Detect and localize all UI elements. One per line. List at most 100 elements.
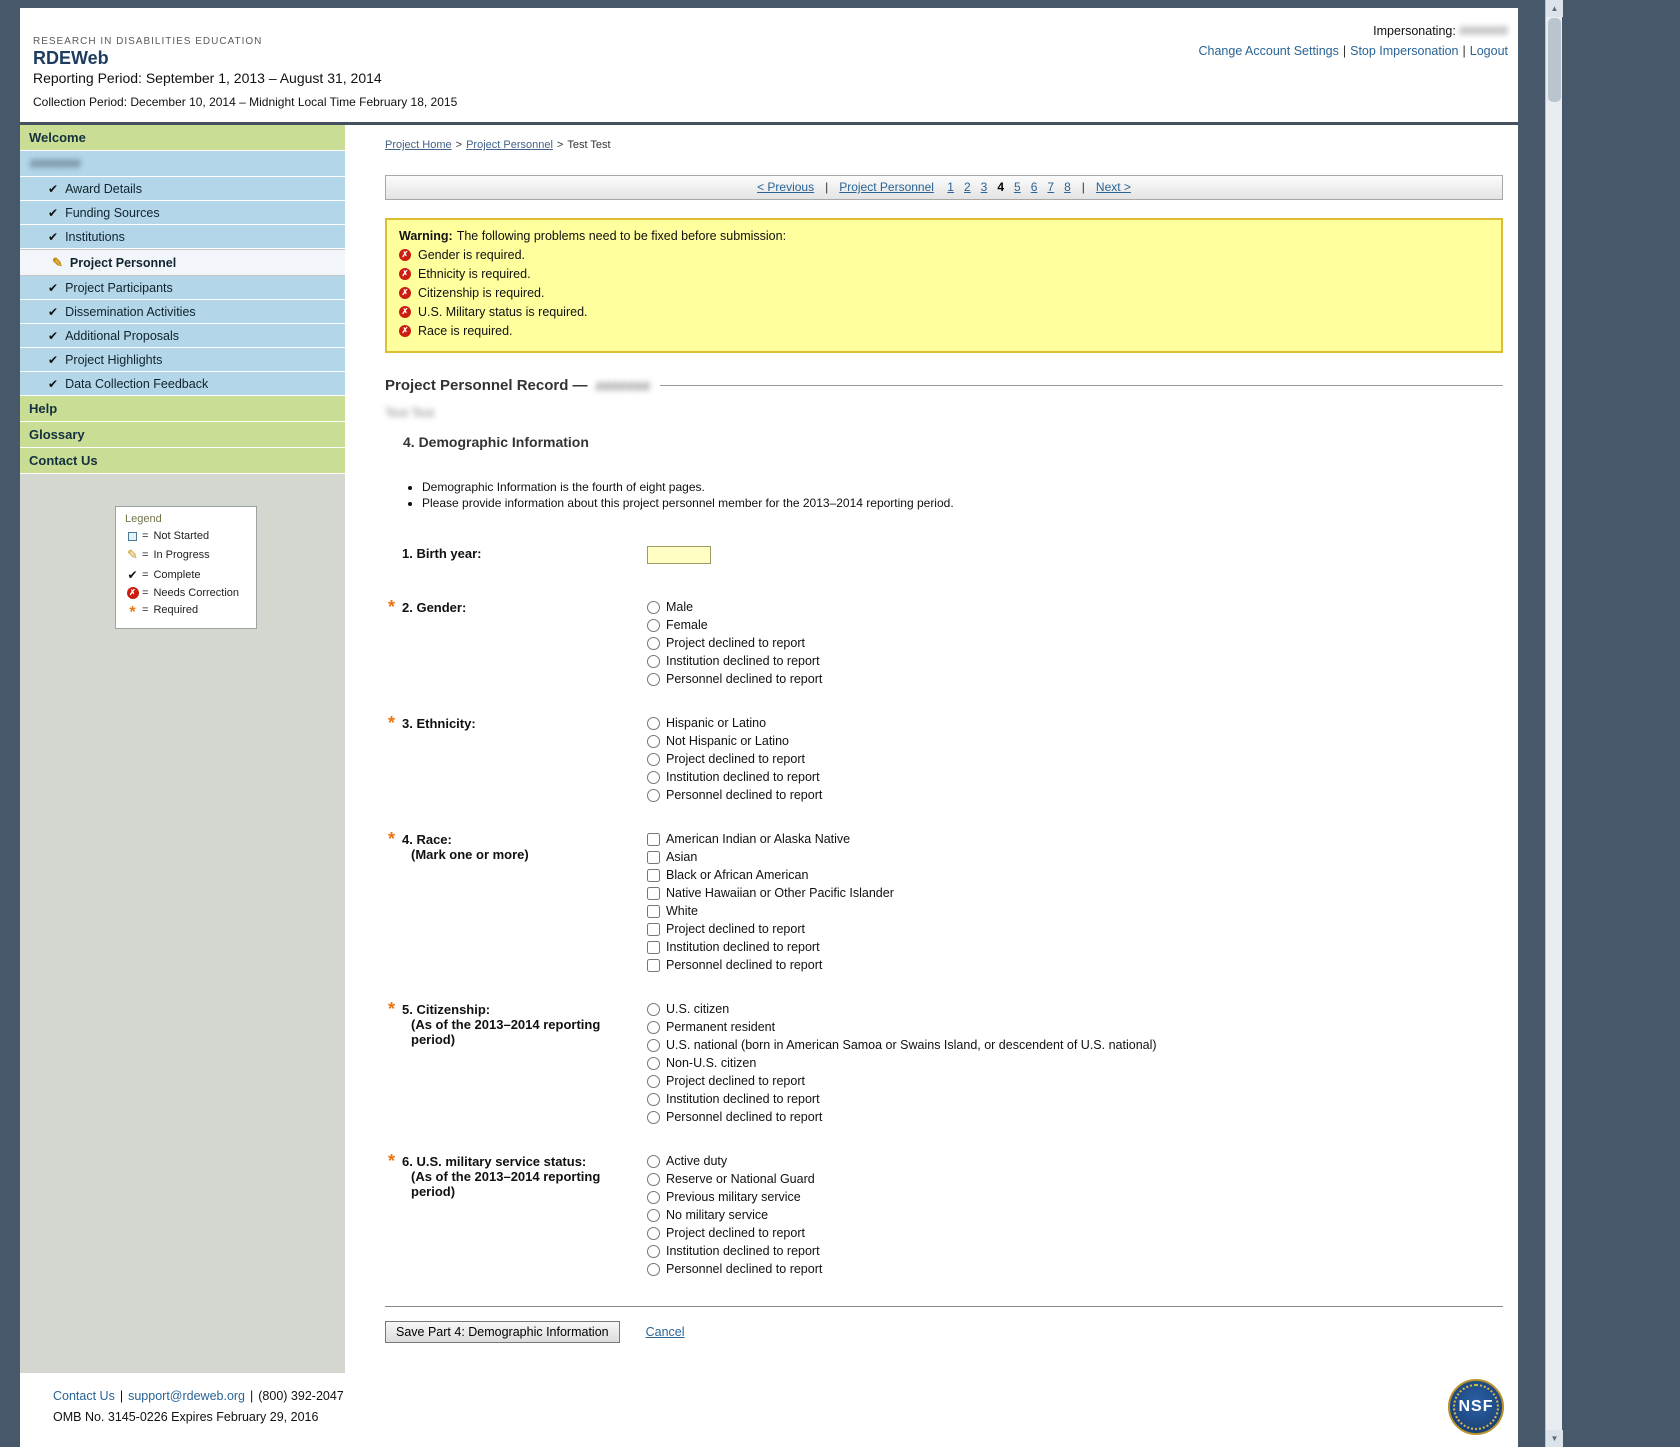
race-checkbox[interactable] [647, 887, 660, 900]
pager-page-2-link[interactable]: 2 [964, 180, 971, 194]
citizenship-radio[interactable] [647, 1093, 660, 1106]
military-radio[interactable] [647, 1209, 660, 1222]
military-option-personnel-declined[interactable]: Personnel declined to report [647, 1262, 822, 1276]
save-button[interactable]: Save Part 4: Demographic Information [385, 1321, 620, 1343]
pager-next-link[interactable]: Next > [1096, 180, 1131, 194]
citizenship-option-project-declined[interactable]: Project declined to report [647, 1074, 1157, 1088]
ethnicity-radio[interactable] [647, 735, 660, 748]
sidebar-item-funding-sources[interactable]: ✔Funding Sources [20, 201, 345, 225]
sidebar-item-additional-proposals[interactable]: ✔Additional Proposals [20, 324, 345, 348]
citizenship-radio[interactable] [647, 1021, 660, 1034]
birth-year-input[interactable] [647, 546, 711, 564]
scrollbar-thumb[interactable] [1548, 18, 1561, 102]
ethnicity-radio[interactable] [647, 771, 660, 784]
military-radio[interactable] [647, 1227, 660, 1240]
race-checkbox[interactable] [647, 869, 660, 882]
gender-option-personnel-declined[interactable]: Personnel declined to report [647, 672, 822, 686]
pager-page-7-link[interactable]: 7 [1047, 180, 1054, 194]
race-option-white[interactable]: White [647, 904, 894, 918]
race-checkbox[interactable] [647, 941, 660, 954]
gender-option-female[interactable]: Female [647, 618, 822, 632]
ethnicity-option-institution-declined[interactable]: Institution declined to report [647, 770, 822, 784]
citizenship-option-us-national[interactable]: U.S. national (born in American Samoa or… [647, 1038, 1157, 1052]
sidebar-item-dissemination-activities[interactable]: ✔Dissemination Activities [20, 300, 345, 324]
gender-option-institution-declined[interactable]: Institution declined to report [647, 654, 822, 668]
military-option-active-duty[interactable]: Active duty [647, 1154, 822, 1168]
ethnicity-option-hispanic[interactable]: Hispanic or Latino [647, 716, 822, 730]
footer-contact-us-link[interactable]: Contact Us [53, 1389, 115, 1403]
ethnicity-radio[interactable] [647, 789, 660, 802]
race-option-black[interactable]: Black or African American [647, 868, 894, 882]
race-checkbox[interactable] [647, 851, 660, 864]
sidebar-item-project-personnel[interactable]: ✎Project Personnel [20, 249, 345, 276]
scroll-down-icon[interactable]: ▼ [1546, 1430, 1563, 1447]
sidebar-item-project-participants[interactable]: ✔Project Participants [20, 276, 345, 300]
cancel-link[interactable]: Cancel [646, 1325, 685, 1339]
citizenship-option-permanent-resident[interactable]: Permanent resident [647, 1020, 1157, 1034]
change-account-settings-link[interactable]: Change Account Settings [1198, 44, 1338, 58]
citizenship-radio[interactable] [647, 1075, 660, 1088]
race-option-project-declined[interactable]: Project declined to report [647, 922, 894, 936]
military-radio[interactable] [647, 1173, 660, 1186]
stop-impersonation-link[interactable]: Stop Impersonation [1350, 44, 1458, 58]
military-option-institution-declined[interactable]: Institution declined to report [647, 1244, 822, 1258]
citizenship-option-us-citizen[interactable]: U.S. citizen [647, 1002, 1157, 1016]
pager-page-1-link[interactable]: 1 [947, 180, 954, 194]
citizenship-option-institution-declined[interactable]: Institution declined to report [647, 1092, 1157, 1106]
gender-radio[interactable] [647, 601, 660, 614]
sidebar-item-project-highlights[interactable]: ✔Project Highlights [20, 348, 345, 372]
military-option-no-service[interactable]: No military service [647, 1208, 822, 1222]
citizenship-radio[interactable] [647, 1111, 660, 1124]
race-option-native-hawaiian[interactable]: Native Hawaiian or Other Pacific Islande… [647, 886, 894, 900]
breadcrumb-project-home-link[interactable]: Project Home [385, 139, 452, 151]
ethnicity-option-not-hispanic[interactable]: Not Hispanic or Latino [647, 734, 822, 748]
breadcrumb-project-personnel-link[interactable]: Project Personnel [466, 139, 553, 151]
race-checkbox[interactable] [647, 905, 660, 918]
military-radio[interactable] [647, 1155, 660, 1168]
gender-option-male[interactable]: Male [647, 600, 822, 614]
military-option-reserve[interactable]: Reserve or National Guard [647, 1172, 822, 1186]
sidebar-item-help[interactable]: Help [20, 396, 345, 422]
citizenship-radio[interactable] [647, 1003, 660, 1016]
military-option-project-declined[interactable]: Project declined to report [647, 1226, 822, 1240]
race-option-asian[interactable]: Asian [647, 850, 894, 864]
sidebar-award-number[interactable]: ####### [20, 151, 345, 177]
race-option-personnel-declined[interactable]: Personnel declined to report [647, 958, 894, 972]
gender-radio[interactable] [647, 619, 660, 632]
logout-link[interactable]: Logout [1470, 44, 1508, 58]
ethnicity-radio[interactable] [647, 753, 660, 766]
military-radio[interactable] [647, 1245, 660, 1258]
race-option-american-indian[interactable]: American Indian or Alaska Native [647, 832, 894, 846]
race-checkbox[interactable] [647, 959, 660, 972]
citizenship-option-personnel-declined[interactable]: Personnel declined to report [647, 1110, 1157, 1124]
pager-previous-link[interactable]: < Previous [757, 180, 814, 194]
pager-page-8-link[interactable]: 8 [1064, 180, 1071, 194]
pager-section-link[interactable]: Project Personnel [839, 180, 934, 194]
footer-email-link[interactable]: support@rdeweb.org [128, 1389, 245, 1403]
pager-page-5-link[interactable]: 5 [1014, 180, 1021, 194]
ethnicity-radio[interactable] [647, 717, 660, 730]
gender-radio[interactable] [647, 637, 660, 650]
race-option-institution-declined[interactable]: Institution declined to report [647, 940, 894, 954]
sidebar-item-contact-us[interactable]: Contact Us [20, 448, 345, 474]
sidebar-item-institutions[interactable]: ✔Institutions [20, 225, 345, 249]
citizenship-option-non-us[interactable]: Non-U.S. citizen [647, 1056, 1157, 1070]
pager-page-6-link[interactable]: 6 [1031, 180, 1038, 194]
sidebar-item-welcome[interactable]: Welcome [20, 125, 345, 151]
citizenship-radio[interactable] [647, 1039, 660, 1052]
pager-page-3-link[interactable]: 3 [981, 180, 988, 194]
citizenship-radio[interactable] [647, 1057, 660, 1070]
ethnicity-option-project-declined[interactable]: Project declined to report [647, 752, 822, 766]
vertical-scrollbar[interactable]: ▲ ▼ [1545, 0, 1562, 1447]
sidebar-item-glossary[interactable]: Glossary [20, 422, 345, 448]
gender-radio[interactable] [647, 673, 660, 686]
military-radio[interactable] [647, 1191, 660, 1204]
gender-option-project-declined[interactable]: Project declined to report [647, 636, 822, 650]
ethnicity-option-personnel-declined[interactable]: Personnel declined to report [647, 788, 822, 802]
race-checkbox[interactable] [647, 923, 660, 936]
scroll-up-icon[interactable]: ▲ [1546, 0, 1563, 17]
race-checkbox[interactable] [647, 833, 660, 846]
military-option-previous-service[interactable]: Previous military service [647, 1190, 822, 1204]
sidebar-item-award-details[interactable]: ✔Award Details [20, 177, 345, 201]
military-radio[interactable] [647, 1263, 660, 1276]
